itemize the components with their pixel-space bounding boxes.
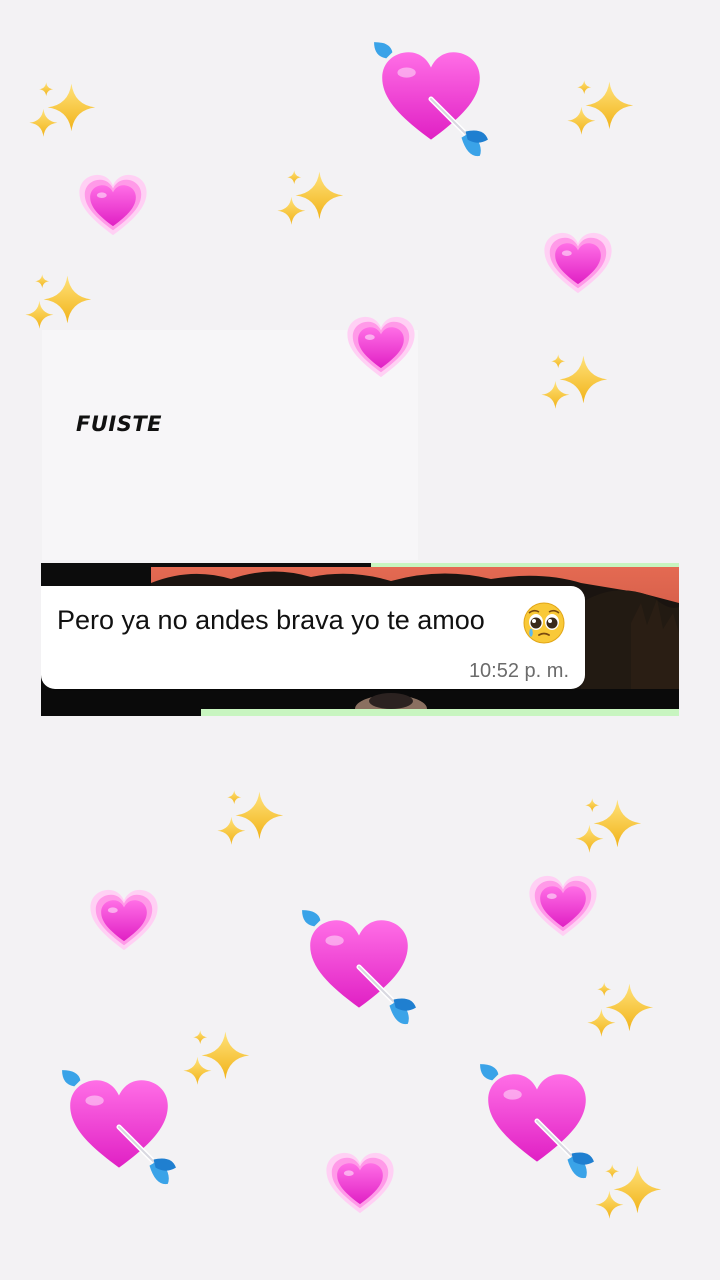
heart-with-arrow-icon (476, 1060, 598, 1182)
message-text: Pero ya no andes brava yo te amoo (57, 605, 485, 635)
sparkles-icon (540, 350, 610, 420)
sparkles-icon (28, 78, 98, 148)
growing-heart-icon (89, 885, 159, 955)
sparkles-icon (574, 794, 644, 864)
incoming-message-bubble[interactable]: Pero ya no andes brava yo te amoo 10:52 … (41, 586, 585, 689)
sparkles-icon (216, 786, 286, 856)
sparkles-icon (594, 1160, 664, 1230)
sparkles-icon (276, 166, 346, 236)
sparkles-icon (566, 76, 636, 146)
growing-heart-icon (528, 871, 598, 941)
outgoing-bubble-edge (371, 563, 679, 567)
caption-text: FUISTE (76, 412, 163, 436)
heart-with-arrow-icon (298, 906, 420, 1028)
heart-with-arrow-icon (58, 1066, 180, 1188)
sparkles-icon (586, 978, 656, 1048)
sparkles-icon (182, 1026, 252, 1096)
outgoing-bubble-edge (201, 709, 679, 716)
growing-heart-icon (325, 1148, 395, 1218)
heart-with-arrow-icon (370, 38, 492, 160)
message-timestamp: 10:52 p. m. (468, 660, 569, 682)
pleading-face-icon (523, 602, 565, 644)
growing-heart-icon (78, 170, 148, 240)
chat-screenshot: Pero ya no andes brava yo te amoo 10:52 … (41, 563, 679, 716)
growing-heart-icon (543, 228, 613, 298)
growing-heart-icon (346, 312, 416, 382)
